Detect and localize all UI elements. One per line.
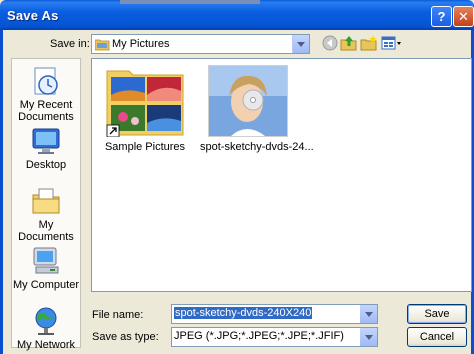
place-label: My Network	[16, 339, 76, 351]
save-in-dropdown[interactable]: My Pictures	[91, 34, 310, 54]
chevron-down-icon[interactable]	[360, 305, 377, 323]
file-name-field-label: File name:	[92, 309, 144, 321]
my-network-icon	[30, 305, 62, 337]
list-item[interactable]: Sample Pictures	[102, 65, 188, 153]
desktop-icon	[30, 125, 62, 157]
list-item[interactable]: spot-sketchy-dvds-24...	[200, 65, 314, 153]
my-computer-icon	[30, 245, 62, 277]
place-desktop[interactable]: Desktop	[12, 125, 80, 171]
save-button[interactable]: Save	[407, 304, 467, 324]
help-button[interactable]: ?	[431, 6, 452, 27]
window-title: Save As	[7, 8, 59, 23]
chevron-down-icon[interactable]	[292, 35, 309, 53]
up-folder-icon[interactable]	[340, 34, 358, 52]
file-name-input[interactable]: spot-sketchy-dvds-240X240	[171, 304, 378, 324]
my-documents-icon	[30, 185, 62, 217]
image-thumbnail-icon	[208, 65, 288, 137]
place-label: My Documents	[18, 219, 74, 243]
close-button[interactable]: ✕	[453, 6, 474, 27]
file-list[interactable]: Sample Pictures spot-sketchy-dvds-24...	[91, 58, 472, 292]
save-as-type-value: JPEG (*.JPG;*.JPEG;*.JPE;*.JFIF)	[174, 330, 344, 342]
file-name-label: spot-sketchy-dvds-24...	[200, 141, 314, 153]
folder-shortcut-icon	[105, 65, 185, 138]
new-folder-icon[interactable]	[360, 34, 378, 52]
save-in-label: Save in:	[50, 38, 90, 50]
title-bar: Save As ? ✕	[0, 0, 474, 30]
title-bar-decoration	[120, 0, 260, 4]
chevron-down-icon[interactable]	[360, 328, 377, 346]
file-name-value: spot-sketchy-dvds-240X240	[174, 307, 313, 319]
dialog-body: Save in: My Pictures My Recent Documents…	[0, 30, 474, 354]
cancel-button[interactable]: Cancel	[407, 327, 467, 347]
place-label: My Recent Documents	[18, 99, 74, 123]
places-bar: My Recent Documents Desktop My Documents…	[11, 58, 81, 351]
save-as-type-label: Save as type:	[92, 331, 159, 343]
file-name-label: Sample Pictures	[104, 141, 186, 153]
views-menu-icon[interactable]	[381, 34, 403, 52]
save-in-value: My Pictures	[112, 38, 170, 50]
place-my-network[interactable]: My Network	[12, 305, 80, 351]
place-my-documents[interactable]: My Documents	[12, 185, 80, 243]
place-my-recent-documents[interactable]: My Recent Documents	[12, 65, 80, 123]
place-label: My Computer	[12, 279, 80, 291]
folder-icon	[94, 38, 110, 54]
recent-documents-icon	[30, 65, 62, 97]
save-as-type-dropdown[interactable]: JPEG (*.JPG;*.JPEG;*.JPE;*.JFIF)	[171, 327, 378, 347]
place-label: Desktop	[25, 159, 67, 171]
back-icon[interactable]	[321, 34, 339, 52]
place-my-computer[interactable]: My Computer	[12, 245, 80, 291]
